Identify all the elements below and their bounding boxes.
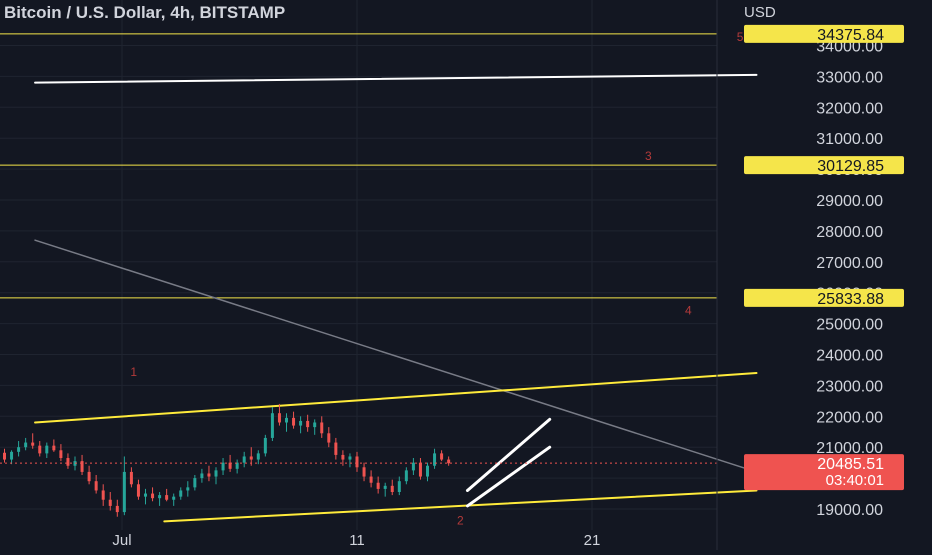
candle-body[interactable] [277,413,281,423]
candle-body[interactable] [369,476,373,483]
candle-body[interactable] [193,478,197,488]
candle-body[interactable] [440,453,444,460]
candle-body[interactable] [101,490,105,500]
candle-body[interactable] [263,437,267,454]
price-tick-label: 29000.00 [816,193,883,210]
wave-label: 1 [130,365,137,379]
candle-body[interactable] [313,422,317,428]
price-tick-label: 28000.00 [816,224,883,241]
bar-countdown: 03:40:01 [826,472,884,489]
candle-body[interactable] [348,456,352,460]
wave-label: 4 [685,303,692,317]
price-tick-label: 22000.00 [816,409,883,426]
candle-body[interactable] [334,442,338,455]
candle-body[interactable] [24,442,28,448]
candle-body[interactable] [397,481,401,493]
chart-container[interactable]: 12345 19000.0020000.0021000.0022000.0023… [0,0,932,550]
time-tick-label: Jul [112,532,131,549]
candle-body[interactable] [3,452,6,460]
level-price-tag-text: 30129.85 [817,158,884,175]
candle-body[interactable] [418,462,422,477]
candle-body[interactable] [122,471,126,513]
candle-body[interactable] [38,445,42,454]
candle-body[interactable] [341,454,345,460]
price-chart[interactable]: 12345 19000.0020000.0021000.0022000.0023… [0,0,932,550]
candle-body[interactable] [151,493,155,499]
candle-body[interactable] [411,462,415,471]
candle-body[interactable] [404,470,408,482]
candle-body[interactable] [249,456,253,460]
level-price-tag-text: 25833.88 [817,291,884,308]
candle-body[interactable] [87,471,91,482]
last-price-value: 20485.51 [817,456,884,473]
candle-body[interactable] [221,462,225,471]
candle-body[interactable] [10,451,14,460]
candle-body[interactable] [426,465,429,477]
price-tick-label: 19000.00 [816,502,883,519]
time-tick-label: 11 [349,532,365,549]
candle-body[interactable] [172,496,176,500]
price-tick-label: 23000.00 [816,378,883,395]
candle-body[interactable] [52,445,56,451]
price-tick-label: 27000.00 [816,255,883,272]
candle-body[interactable] [136,484,140,497]
candle-body[interactable] [200,473,204,479]
candle-body[interactable] [66,458,70,466]
candle-body[interactable] [270,413,274,438]
candle-body[interactable] [17,447,21,452]
candle-body[interactable] [158,495,162,499]
candle-body[interactable] [45,445,49,454]
candle-body[interactable] [242,456,246,463]
candle-body[interactable] [129,471,133,485]
candle-body[interactable] [292,417,296,426]
candle-body[interactable] [108,499,112,506]
price-tick-label: 24000.00 [816,348,883,365]
candle-body[interactable] [320,422,324,434]
wave-label: 3 [645,149,652,163]
currency-label: USD [744,4,776,21]
candle-body[interactable] [94,481,98,491]
price-tick-label: 25000.00 [816,317,883,334]
wave-label: 2 [457,513,464,527]
candle-body[interactable] [207,473,211,477]
candle-body[interactable] [186,487,190,491]
candle-body[interactable] [165,495,169,500]
candle-body[interactable] [306,420,310,428]
candle-body[interactable] [214,470,218,477]
wave-label: 5 [737,30,744,44]
candle-body[interactable] [31,442,35,446]
candle-body[interactable] [390,485,394,493]
time-tick-label: 21 [584,532,601,549]
candle-body[interactable] [299,420,303,426]
price-tick-label: 31000.00 [816,131,883,148]
candle-body[interactable] [383,485,387,489]
price-tick-label: 33000.00 [816,69,883,86]
candle-body[interactable] [285,417,288,423]
candle-body[interactable] [144,493,147,497]
candle-body[interactable] [179,490,183,497]
level-price-tag-text: 34375.84 [817,27,884,44]
candle-body[interactable] [327,433,331,443]
candle-body[interactable] [59,450,63,459]
symbol-title[interactable]: Bitcoin / U.S. Dollar, 4h, BITSTAMP [4,3,285,22]
candle-body[interactable] [447,459,451,464]
price-tick-label: 32000.00 [816,100,883,117]
candle-body[interactable] [115,505,119,513]
candle-body[interactable] [256,453,260,460]
candle-body[interactable] [355,456,359,468]
candle-body[interactable] [362,467,366,477]
candle-body[interactable] [376,482,380,489]
candle-body[interactable] [433,453,437,466]
